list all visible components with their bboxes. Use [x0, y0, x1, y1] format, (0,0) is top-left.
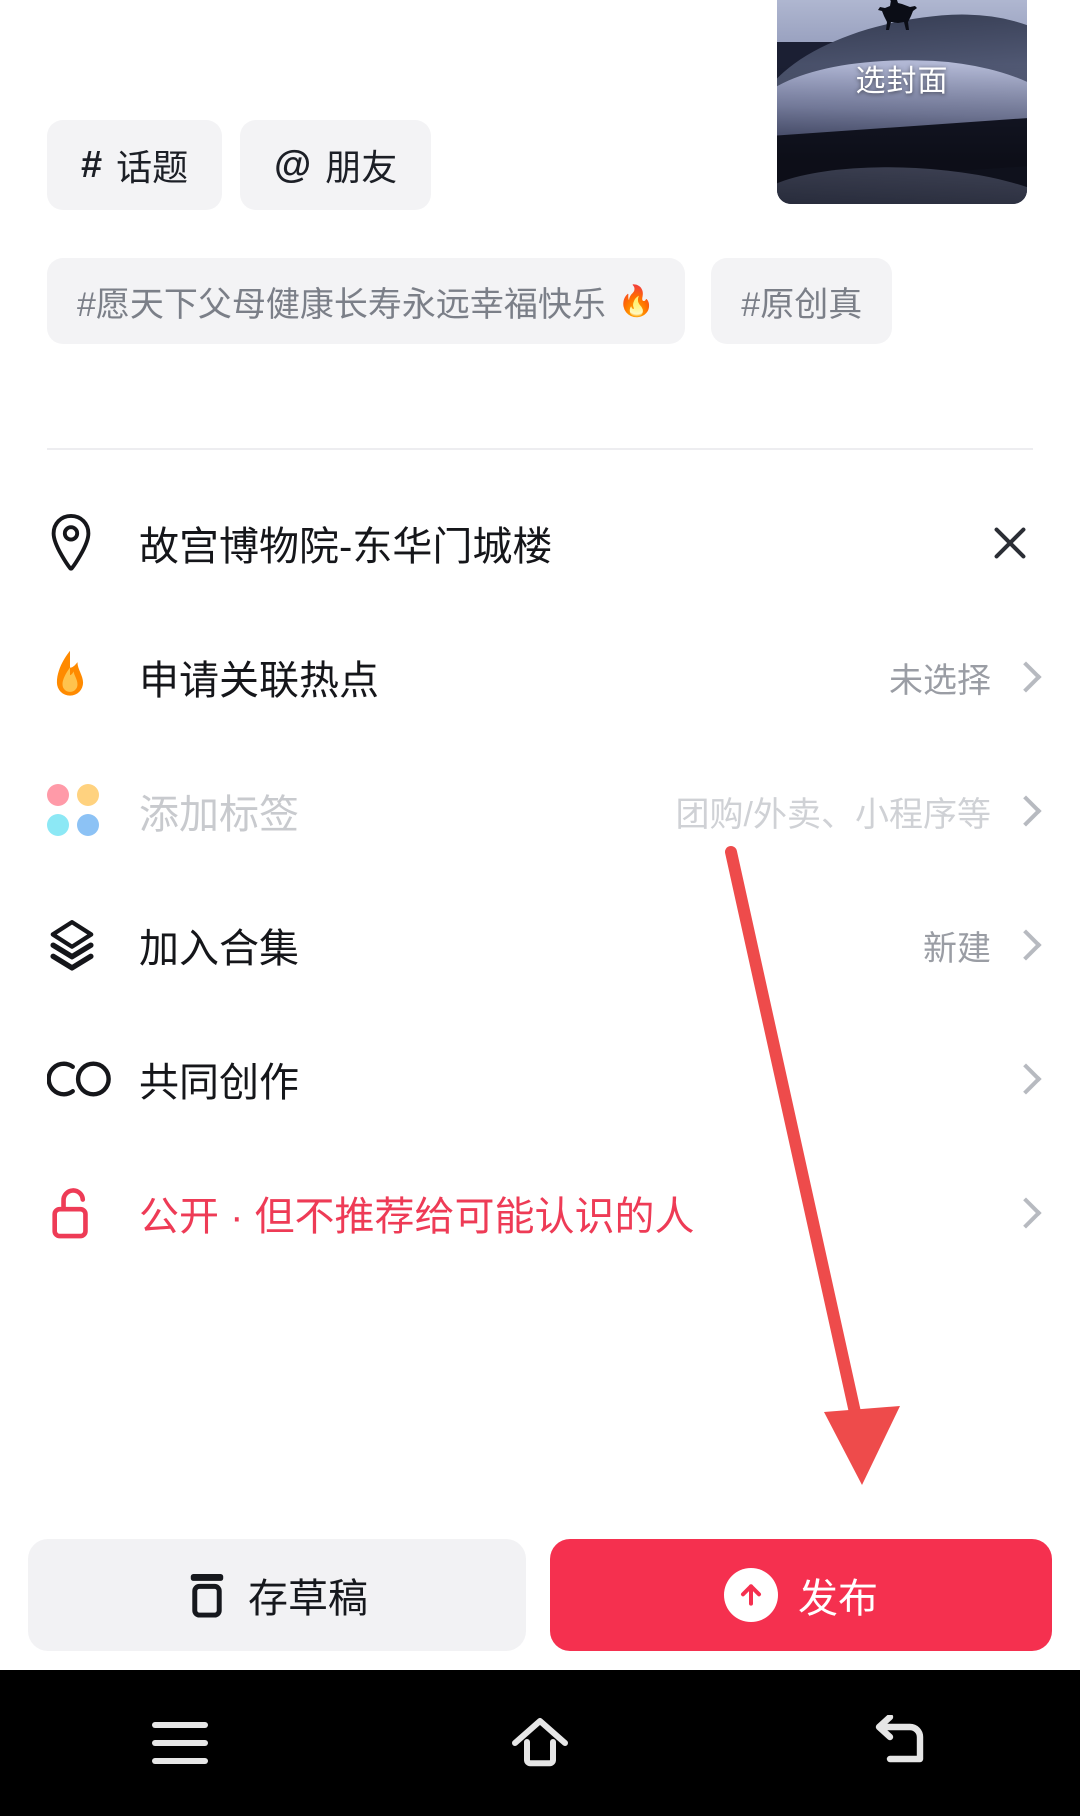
option-value-collection: 新建 — [923, 929, 991, 968]
at-icon: @ — [274, 143, 312, 186]
save-draft-button[interactable]: 存草稿 — [28, 1539, 526, 1651]
back-icon — [875, 1715, 924, 1763]
cover-thumbnail[interactable]: 选封面 — [777, 0, 1027, 204]
save-draft-label: 存草稿 — [248, 1577, 368, 1621]
quick-insert-chips: # 话题 @ 朋友 — [47, 120, 432, 210]
option-value-hot-topic: 未选择 — [889, 661, 991, 700]
flame-icon: 🔥 — [617, 284, 656, 318]
chevron-right-icon — [1013, 1196, 1033, 1230]
option-row-collection[interactable]: 加入合集 新建 — [0, 878, 1080, 1012]
draft-box-icon — [190, 1574, 224, 1618]
hash-icon: # — [81, 143, 103, 186]
option-label-location: 故宫博物院-东华门城楼 — [139, 525, 553, 569]
option-label-collection: 加入合集 — [139, 927, 299, 971]
chevron-right-icon — [1013, 660, 1033, 694]
option-label-privacy: 公开 · 但不推荐给可能认识的人 — [139, 1195, 695, 1239]
co-icon — [47, 1058, 119, 1100]
publish-post-screen: 选封面 # 话题 @ 朋友 #愿天下父母健康长寿永远幸福快乐 🔥 #原创真 故宫… — [0, 0, 1080, 1816]
bottom-action-bar: 存草稿 发布 — [0, 1520, 1080, 1670]
layers-icon — [47, 919, 119, 971]
cover-label: 选封面 — [855, 65, 949, 98]
location-pin-icon — [47, 514, 119, 572]
suggested-tag-text: #愿天下父母健康长寿永远幸福快乐 — [77, 285, 606, 324]
option-label-hot-topic: 申请关联热点 — [139, 659, 379, 703]
recents-button[interactable] — [120, 1693, 240, 1793]
option-row-add-tag[interactable]: 添加标签 团购/外卖、小程序等 — [0, 744, 1080, 878]
android-navigation-bar — [0, 1670, 1080, 1816]
arrow-up-icon — [724, 1568, 778, 1622]
home-icon — [512, 1718, 568, 1767]
option-row-privacy[interactable]: 公开 · 但不推荐给可能认识的人 — [0, 1146, 1080, 1280]
menu-icon — [152, 1722, 208, 1764]
four-dots-icon — [47, 784, 119, 838]
back-button[interactable] — [840, 1693, 960, 1793]
publish-button[interactable]: 发布 — [550, 1539, 1052, 1651]
suggested-tag-text: #原创真 — [741, 285, 863, 324]
topic-chip[interactable]: # 话题 — [47, 120, 223, 210]
chevron-right-icon — [1013, 928, 1033, 962]
post-options-list: 故宫博物院-东华门城楼 申请关联热点 未选择 添加标签 团购/外卖、小程序等 加… — [0, 476, 1080, 1280]
option-value-add-tag: 团购/外卖、小程序等 — [675, 795, 991, 834]
friend-chip[interactable]: @ 朋友 — [240, 120, 432, 210]
option-label-cocreation: 共同创作 — [139, 1061, 299, 1105]
suggested-tag[interactable]: #愿天下父母健康长寿永远幸福快乐 🔥 — [47, 258, 686, 344]
topic-chip-label: 话题 — [116, 147, 189, 188]
home-button[interactable] — [480, 1693, 600, 1793]
publish-label: 发布 — [798, 1577, 878, 1621]
chevron-right-icon — [1013, 794, 1033, 828]
close-icon[interactable] — [987, 520, 1033, 566]
friend-chip-label: 朋友 — [325, 147, 398, 188]
suggested-tags-row[interactable]: #愿天下父母健康长寿永远幸福快乐 🔥 #原创真 — [47, 258, 1080, 344]
suggested-tag[interactable]: #原创真 — [711, 258, 893, 344]
option-row-location[interactable]: 故宫博物院-东华门城楼 — [0, 476, 1080, 610]
unlock-icon — [47, 1184, 119, 1242]
horse-rider-icon — [878, 0, 917, 30]
flame-icon — [47, 649, 119, 705]
option-row-cocreation[interactable]: 共同创作 — [0, 1012, 1080, 1146]
option-row-hot-topic[interactable]: 申请关联热点 未选择 — [0, 610, 1080, 744]
section-divider — [47, 448, 1033, 450]
chevron-right-icon — [1013, 1062, 1033, 1096]
option-label-add-tag: 添加标签 — [139, 793, 299, 837]
